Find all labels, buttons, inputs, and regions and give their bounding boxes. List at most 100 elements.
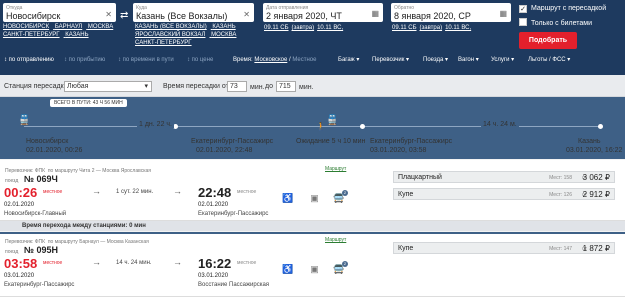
filter-baggage[interactable]: Багаж ▾ bbox=[338, 54, 359, 67]
departure-date: 02.01.2020 bbox=[4, 202, 35, 208]
accessibility-icon: ♿ bbox=[282, 264, 294, 274]
filter-car[interactable]: Вагон ▾ bbox=[458, 54, 479, 67]
to-date: 03.01.2020, 16:22 bbox=[566, 147, 623, 154]
from-city: Новосибирск bbox=[26, 138, 69, 145]
filter-trains[interactable]: Поезда ▾ bbox=[423, 54, 448, 67]
arrival-tz: местное bbox=[237, 260, 257, 266]
arrival-tz: местное bbox=[237, 189, 257, 195]
leg2-duration: 14 ч. 24 м. bbox=[481, 121, 519, 128]
date-hint[interactable]: 10.11 ВС, bbox=[445, 25, 471, 31]
sort-by-duration[interactable]: ↕ по времени в пути bbox=[118, 54, 174, 67]
quick-link[interactable]: САНКТ-ПЕТЕРБУРГ bbox=[3, 32, 60, 38]
route-link[interactable]: Маршрут bbox=[325, 237, 346, 243]
time-local[interactable]: Местное bbox=[292, 57, 316, 63]
date-hint[interactable]: (завтра) bbox=[292, 25, 315, 31]
seat-option[interactable]: Плацкартный Мест: 158 от 3 062 ₽ bbox=[393, 171, 615, 183]
date-hint[interactable]: 09.11 СБ bbox=[392, 25, 417, 31]
checkmark-icon: ✓ bbox=[519, 5, 527, 13]
leg1-duration: 1 дн. 22 ч. bbox=[137, 121, 175, 128]
seat-option[interactable]: Купе Мест: 147 от 1 872 ₽ bbox=[393, 242, 615, 254]
quick-link[interactable]: БАРНАУЛ bbox=[55, 24, 82, 30]
quick-link[interactable]: НОВОСИБИРСК bbox=[3, 24, 49, 30]
sort-label: по отправлению bbox=[8, 57, 54, 63]
filter-label: Вагон bbox=[458, 57, 475, 63]
filter-services[interactable]: Услуги ▾ bbox=[491, 54, 514, 67]
date-hint[interactable]: 10.11 ВС, bbox=[317, 25, 343, 31]
depart-date-field[interactable]: Дата отправления 2 января 2020, ЧТ ▦ bbox=[263, 3, 383, 22]
filter-carrier[interactable]: Перевозчик ▾ bbox=[372, 54, 409, 67]
filter-benefits[interactable]: Льготы / ФСС ▾ bbox=[528, 54, 570, 67]
departure-station[interactable]: Екатеринбург-Пассажирс bbox=[4, 282, 74, 288]
from-quick-links: НОВОСИБИРСК БАРНАУЛ МОСКВА САНКТ-ПЕТЕРБУ… bbox=[3, 23, 118, 39]
seat-price: 3 062 ₽ bbox=[582, 173, 610, 182]
coupe-icon: ▣ bbox=[310, 193, 319, 203]
swap-icon[interactable]: ⇄ bbox=[120, 10, 128, 21]
tickets-checkbox[interactable]: Только с билетами bbox=[519, 18, 592, 27]
train-icon: 🚆 bbox=[326, 115, 339, 126]
station-label: Станция пересадки: bbox=[4, 83, 70, 90]
station-value: Любая bbox=[67, 83, 89, 90]
arrival-station[interactable]: Восстание Пассажирская bbox=[198, 282, 269, 288]
to-quick-links: КАЗАНЬ (ВСЕ ВОКЗАЛЫ) КАЗАНЬ ЯРОСЛАВСКИЙ … bbox=[135, 23, 260, 47]
wait-time: Ожидание 5 ч 10 мин bbox=[296, 138, 366, 145]
date-hint[interactable]: 09.11 СБ bbox=[264, 25, 289, 31]
train-number[interactable]: № 095Н bbox=[24, 245, 58, 255]
return-date-field[interactable]: Обратно 8 января 2020, СР ▦ bbox=[391, 3, 511, 22]
transfer-time-to[interactable]: 715 bbox=[276, 81, 296, 92]
from-field[interactable]: Откуда Новосибирск ✕ bbox=[3, 3, 116, 22]
walking-icon: 🚶 bbox=[316, 122, 326, 131]
seat-type: Купе bbox=[398, 191, 414, 198]
submit-button[interactable]: Подобрать bbox=[519, 32, 577, 49]
mid2-date: 03.01.2020, 03:58 bbox=[370, 147, 427, 154]
sort-by-price[interactable]: ↕ по цене bbox=[187, 54, 213, 67]
mid1-city: Екатеринбург-Пассажирс bbox=[191, 138, 274, 145]
quick-link[interactable]: САНКТ-ПЕТЕРБУРГ bbox=[135, 40, 192, 46]
clear-icon[interactable]: ✕ bbox=[243, 10, 250, 19]
transfer-checkbox[interactable]: ✓ Маршрут с пересадкой bbox=[519, 5, 606, 13]
sort-label: по времени в пути bbox=[122, 57, 174, 63]
arrow-right-icon: → bbox=[173, 257, 182, 267]
to-field[interactable]: Куда Казань (Все Вокзалы) ✕ bbox=[133, 3, 254, 22]
mid1-date: 02.01.2020, 22:48 bbox=[196, 147, 253, 154]
filter-label: Льготы / ФСС bbox=[528, 57, 566, 63]
transfer-time-label: Время пересадки от bbox=[163, 83, 229, 90]
station-dot bbox=[360, 124, 365, 129]
quick-link[interactable]: ЯРОСЛАВСКИЙ ВОКЗАЛ bbox=[135, 32, 205, 38]
departure-time: 03:58 bbox=[4, 256, 38, 271]
sort-by-arrival[interactable]: ↕ по прибытию bbox=[64, 54, 105, 67]
filter-label: Багаж bbox=[338, 57, 355, 63]
seat-option[interactable]: Купе Мест: 126 от 2 912 ₽ bbox=[393, 188, 615, 200]
time-moscow[interactable]: Московское bbox=[254, 57, 287, 63]
seat-type: Плацкартный bbox=[398, 174, 442, 181]
filter-label: Услуги bbox=[491, 57, 510, 63]
from-value: Новосибирск bbox=[6, 11, 61, 21]
clear-icon[interactable]: ✕ bbox=[105, 10, 112, 19]
search-panel: Откуда Новосибирск ✕ НОВОСИБИРСК БАРНАУЛ… bbox=[0, 0, 625, 75]
calendar-icon[interactable]: ▦ bbox=[371, 9, 379, 18]
date-hint[interactable]: (завтра) bbox=[420, 25, 443, 31]
train-number[interactable]: № 069Ч bbox=[24, 174, 58, 184]
quick-link[interactable]: КАЗАНЬ (ВСЕ ВОКЗАЛЫ) bbox=[135, 24, 207, 30]
time-label: Время: bbox=[233, 57, 253, 63]
to-value: Казань (Все Вокзалы) bbox=[136, 11, 228, 21]
station-select[interactable]: Любая ▾ bbox=[64, 81, 152, 92]
transfer-time-from[interactable]: 73 bbox=[227, 81, 247, 92]
train-card: Перевозчик: ФПК по маршруту Барнаул — Мо… bbox=[0, 232, 625, 297]
quick-link[interactable]: МОСКВА bbox=[211, 32, 236, 38]
quick-link[interactable]: КАЗАНЬ bbox=[65, 32, 88, 38]
arrival-time: 22:48 bbox=[198, 185, 232, 200]
departure-station[interactable]: Новосибирск-Главный bbox=[4, 211, 66, 217]
quick-link[interactable]: КАЗАНЬ bbox=[212, 24, 235, 30]
train-icon: 🚆 bbox=[18, 115, 31, 126]
unit-label: мин. bbox=[250, 84, 265, 91]
to-city: Казань bbox=[578, 138, 601, 145]
quick-link[interactable]: МОСКВА bbox=[88, 24, 113, 30]
route-link[interactable]: Маршрут bbox=[325, 166, 346, 172]
station-dot bbox=[598, 124, 603, 129]
sort-by-departure[interactable]: ↕ по отправлению bbox=[4, 54, 54, 67]
calendar-icon[interactable]: ▦ bbox=[499, 9, 507, 18]
train-card: Перевозчик: ФПК по маршруту Чита 2 — Мос… bbox=[0, 160, 625, 221]
seat-count: Мест: 147 bbox=[549, 246, 572, 252]
arrival-station[interactable]: Екатеринбург-Пассажирс bbox=[198, 211, 268, 217]
route-text: по маршруту Чита 2 — Москва Ярославская bbox=[47, 168, 151, 174]
